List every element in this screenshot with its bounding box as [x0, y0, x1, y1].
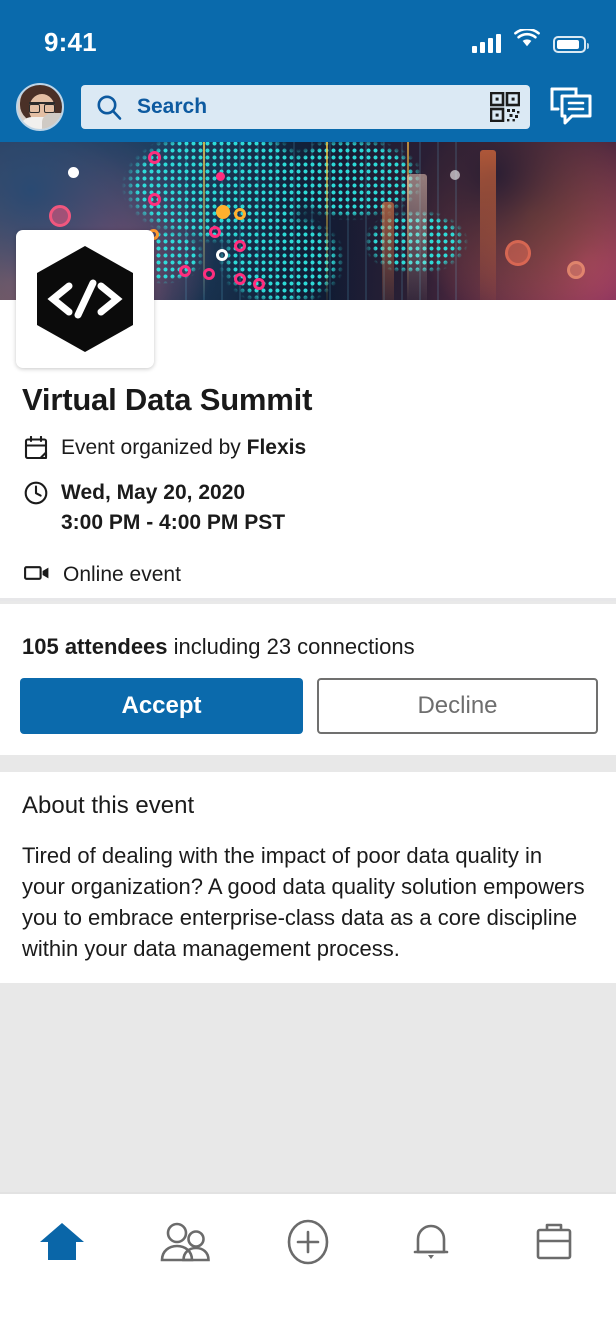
nav-item-my-network[interactable] — [123, 1214, 246, 1274]
organization-logo[interactable] — [16, 230, 154, 368]
app-header: 9:41 Search — [0, 0, 616, 142]
video-camera-icon — [24, 560, 50, 588]
section-gap-1 — [0, 755, 616, 772]
status-bar: 9:41 — [0, 0, 616, 70]
status-bar-icons — [472, 27, 589, 55]
nav-item-home[interactable] — [0, 1214, 123, 1274]
accept-button[interactable]: Accept — [20, 678, 303, 734]
search-placeholder: Search — [137, 95, 208, 118]
bottom-navigation — [0, 1192, 616, 1334]
messaging-icon[interactable] — [548, 86, 600, 128]
decline-button[interactable]: Decline — [317, 678, 598, 734]
about-heading: About this event — [22, 792, 195, 819]
section-gap-2 — [0, 983, 616, 1192]
wifi-icon — [514, 27, 540, 53]
search-input[interactable]: Search — [81, 85, 530, 129]
code-hexagon-icon — [37, 246, 133, 352]
bell-icon — [409, 1219, 453, 1270]
attendees-connections: including 23 connections — [167, 634, 415, 659]
qr-code-icon[interactable] — [490, 92, 520, 122]
event-datetime: Wed, May 20, 2020 3:00 PM - 4:00 PM PST — [24, 478, 285, 538]
clock-icon — [24, 478, 48, 510]
about-body: Tired of dealing with the impact of poor… — [22, 843, 585, 961]
nav-item-post[interactable] — [246, 1214, 369, 1274]
action-buttons: Accept Decline — [20, 678, 598, 734]
nav-item-notifications[interactable] — [370, 1214, 493, 1274]
profile-avatar[interactable] — [16, 83, 64, 131]
attendees-summary: 105 attendees including 23 connections — [22, 634, 415, 660]
status-bar-time: 9:41 — [44, 26, 97, 57]
home-icon — [37, 1219, 87, 1270]
organizer-name[interactable]: Flexis — [247, 436, 307, 459]
plus-circle-icon — [283, 1217, 333, 1272]
search-icon — [95, 93, 123, 121]
search-row: Search — [0, 76, 616, 138]
battery-icon — [553, 36, 589, 53]
phone-screen: 9:41 Search Virtual Data Summit Event or… — [0, 0, 616, 1334]
about-event-card: About this event Tired of dealing with t… — [0, 772, 616, 983]
location-text: Online event — [63, 563, 181, 586]
briefcase-icon — [531, 1219, 577, 1270]
page-title: Virtual Data Summit — [22, 382, 313, 417]
section-divider — [0, 598, 616, 601]
attendance-card: 105 attendees including 23 connections A… — [0, 604, 616, 755]
organizer-prefix: Event organized by — [61, 436, 247, 459]
nav-item-jobs[interactable] — [493, 1214, 616, 1274]
cellular-signal-icon — [472, 34, 501, 53]
event-date: Wed, May 20, 2020 — [61, 481, 246, 504]
event-location: Online event — [24, 560, 181, 590]
attendees-count: 105 attendees — [22, 634, 168, 659]
event-organizer: Event organized by Flexis — [24, 433, 306, 465]
people-icon — [158, 1220, 212, 1269]
calendar-icon — [24, 433, 48, 465]
event-time: 3:00 PM - 4:00 PM PST — [61, 511, 286, 534]
organizer-text: Event organized by Flexis — [61, 433, 306, 463]
